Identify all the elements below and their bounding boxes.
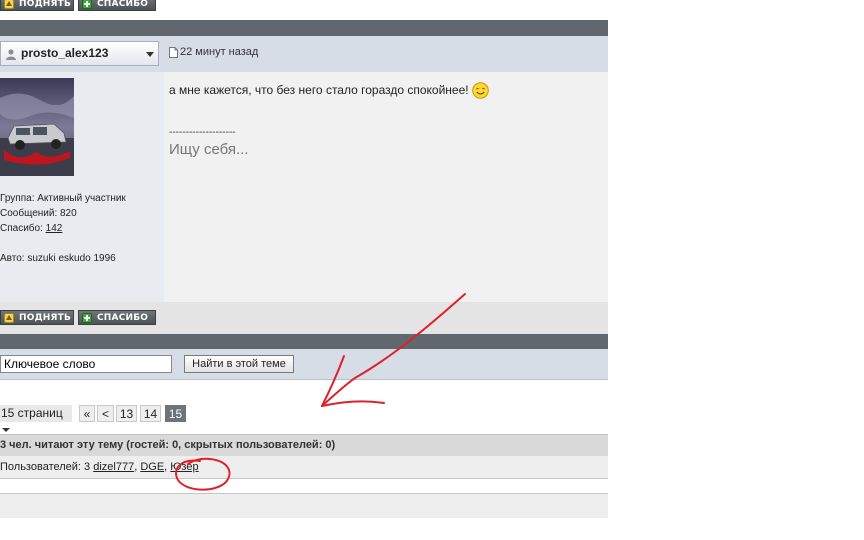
- red-arrow-annotation: [175, 293, 466, 491]
